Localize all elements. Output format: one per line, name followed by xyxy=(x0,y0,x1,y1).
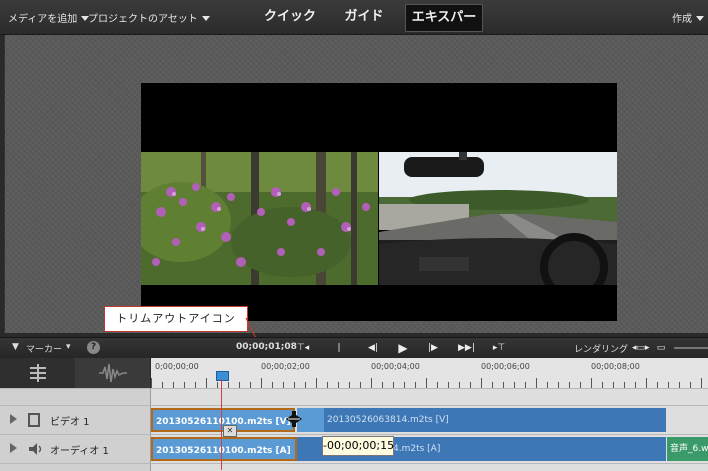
go-to-end-icon[interactable]: ▶▶| xyxy=(458,341,475,355)
transport-bar: ▼ マーカー ▾ ? 00;00;01;08 ⊤◂ |◀◀ ◀| ▶ |▶ ▶▶… xyxy=(0,337,708,367)
ruler-tick xyxy=(206,378,207,388)
timecode-display: 00;00;01;08 xyxy=(236,342,297,352)
chevron-down-icon xyxy=(696,16,704,21)
go-to-out-point-icon[interactable]: ▸⊤ xyxy=(492,341,506,355)
go-to-start-icon[interactable]: |◀◀ xyxy=(332,341,346,367)
ruler-tick xyxy=(371,378,372,388)
ruler-tick xyxy=(536,378,537,388)
film-icon xyxy=(28,413,40,427)
tab-quick[interactable]: クイック xyxy=(262,4,318,30)
car-road-image xyxy=(379,152,617,285)
track-header-video-1: ビデオ 1 xyxy=(0,406,151,434)
track-row-video-1: ビデオ 1 20130526110100.m2ts [V] 2013052606… xyxy=(0,405,708,434)
marker-menu[interactable]: マーカー xyxy=(26,342,62,355)
track-label-video-1: ビデオ 1 xyxy=(50,417,90,428)
ruler-label: 00;00;06;00 xyxy=(481,362,530,371)
flowers-image xyxy=(141,152,378,285)
ruler-label: 00;00;08;00 xyxy=(591,362,640,371)
render-button[interactable]: レンダリング xyxy=(574,342,628,355)
expand-arrow-icon[interactable] xyxy=(10,414,17,424)
create-menu[interactable]: 作成 xyxy=(672,10,704,25)
ruler-tick xyxy=(261,378,262,388)
monitor-panel xyxy=(4,35,708,333)
playhead-line xyxy=(221,379,222,470)
ruler-tick xyxy=(646,378,647,388)
track-header xyxy=(0,389,151,405)
track-row-video-2 xyxy=(0,388,708,405)
timeline-tools xyxy=(0,358,150,388)
go-to-in-point-icon[interactable]: ⊤◂ xyxy=(296,341,310,355)
video-clip-2[interactable]: 20130526063814.m2ts [V] xyxy=(324,408,666,432)
tab-expert[interactable]: エキスパート xyxy=(405,4,483,51)
audio-clip-3[interactable]: 音声_6.w xyxy=(667,437,708,461)
play-icon[interactable]: ▶ xyxy=(396,341,410,355)
tab-guided[interactable]: ガイド xyxy=(340,4,388,30)
ruler-tick xyxy=(316,378,317,388)
waveform-icon xyxy=(99,363,127,383)
expand-arrow-icon[interactable] xyxy=(10,443,17,453)
create-label: 作成 xyxy=(672,14,692,25)
project-assets-label: プロジェクトのアセット xyxy=(88,14,198,25)
ruler-label: 00;00;02;00 xyxy=(261,362,310,371)
fit-timeline-icon[interactable]: ◂▭▸ xyxy=(632,341,650,355)
add-media-menu[interactable]: メディアを追加 xyxy=(8,10,90,25)
trim-out-icon[interactable] xyxy=(286,411,302,427)
speaker-icon xyxy=(29,443,42,455)
smart-trim-tool[interactable] xyxy=(0,358,75,388)
preview-screen xyxy=(141,83,617,321)
top-toolbar: メディアを追加 プロジェクトのアセット クイック ガイド エキスパート 作成 xyxy=(0,0,708,51)
step-forward-icon[interactable]: |▶ xyxy=(426,341,440,355)
audio-mixer-tool[interactable] xyxy=(75,358,150,388)
add-media-label: メディアを追加 xyxy=(8,14,78,25)
preview-road-clip xyxy=(379,152,617,285)
track-header-audio-1: オーディオ 1 xyxy=(0,435,151,463)
step-back-icon[interactable]: ◀| xyxy=(366,341,380,355)
marker-dropdown-icon[interactable]: ▾ xyxy=(66,342,71,352)
trim-timecode-tooltip: -00;00;00;15 xyxy=(322,436,394,456)
ruler-tick xyxy=(426,378,427,388)
marker-triangle-icon[interactable]: ▼ xyxy=(12,342,19,352)
ruler-label: 00;00;04;00 xyxy=(371,362,420,371)
ruler-tick xyxy=(591,378,592,388)
ruler-label: 0;00;00;00 xyxy=(155,362,199,371)
trim-out-callout: トリムアウトアイコン xyxy=(104,306,248,332)
audio-clip-1[interactable]: 20130526110100.m2ts [A] xyxy=(151,437,297,461)
ruler-tick xyxy=(481,378,482,388)
playhead-handle[interactable] xyxy=(216,371,229,381)
time-ruler[interactable]: 0;00;00;00 00;00;02;00 00;00;04;00 00;00… xyxy=(151,358,708,388)
preview-flowers-clip xyxy=(141,152,378,285)
sliders-icon xyxy=(30,364,46,382)
project-assets-menu[interactable]: プロジェクトのアセット xyxy=(88,10,210,25)
zoom-slider[interactable] xyxy=(674,347,708,349)
zoom-out-icon[interactable]: ▭ xyxy=(654,341,668,355)
ruler-tick xyxy=(701,378,702,388)
ruler-tick xyxy=(151,378,152,388)
scissors-icon[interactable]: ✕ xyxy=(223,425,237,437)
help-icon[interactable]: ? xyxy=(87,341,100,354)
track-label-audio-1: オーディオ 1 xyxy=(50,446,109,457)
chevron-down-icon xyxy=(201,16,210,21)
